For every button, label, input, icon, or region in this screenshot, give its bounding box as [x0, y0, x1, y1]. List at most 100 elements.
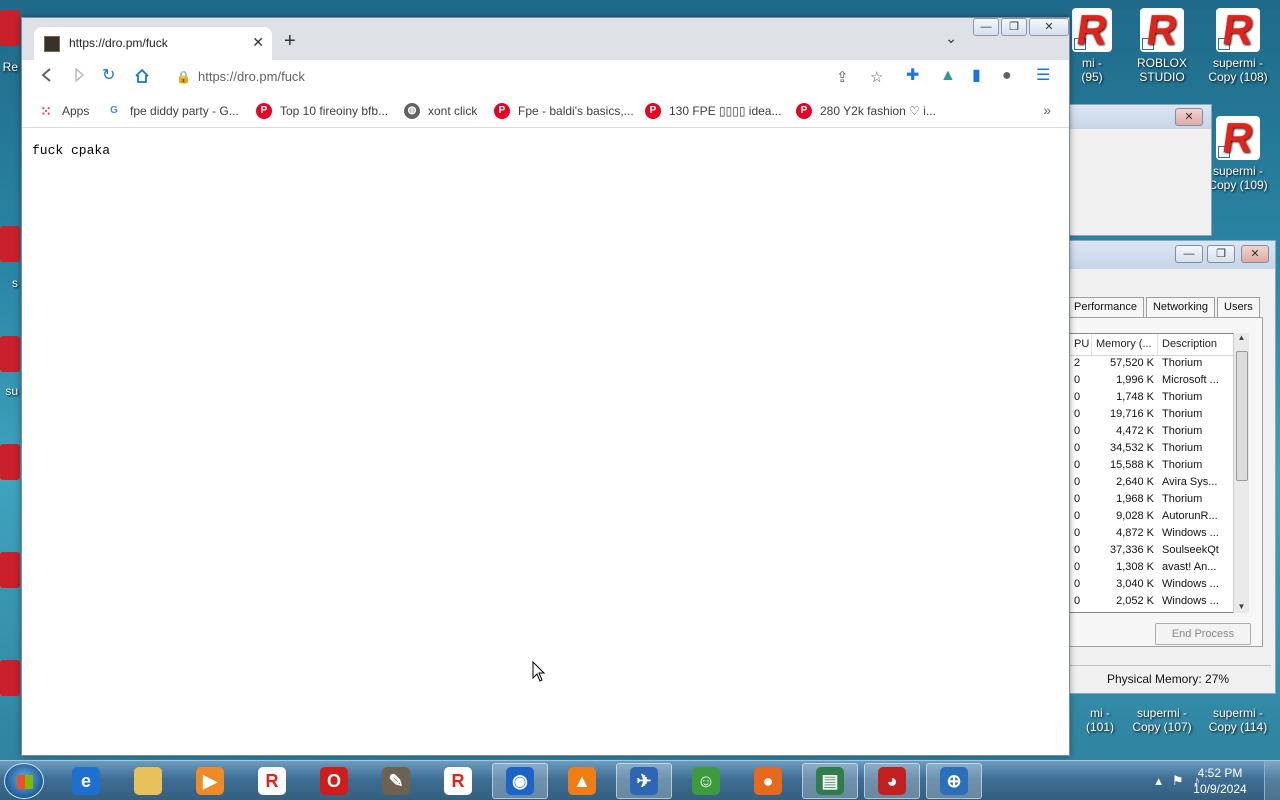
desktop-icon-partial[interactable]: [0, 10, 20, 46]
bookmarks-overflow-chevron-icon[interactable]: »: [1043, 102, 1051, 118]
bookmark-apps[interactable]: ⁙ Apps: [38, 103, 89, 119]
desktop-icon-roblox-95[interactable]: mi - (95): [1064, 8, 1120, 84]
taskbar-app-terminal-app[interactable]: ▤: [802, 763, 858, 799]
process-row[interactable]: 0 37,336 K SoulseekQt: [1070, 543, 1248, 560]
process-memory: 1,996 K: [1116, 374, 1154, 386]
tab-networking[interactable]: Networking: [1145, 297, 1216, 317]
forward-arrow-icon[interactable]: [72, 67, 86, 86]
process-memory: 3,040 K: [1116, 578, 1154, 590]
process-row[interactable]: 0 1,968 K Thorium: [1070, 492, 1248, 509]
bookmark-item[interactable]: G fpe diddy party - G...: [106, 103, 239, 119]
end-process-button[interactable]: End Process: [1155, 623, 1251, 645]
menu-icon[interactable]: ☰: [1036, 68, 1050, 84]
url-text[interactable]: https://dro.pm/fuck: [198, 69, 305, 84]
desktop-icon-partial[interactable]: [0, 226, 20, 262]
column-memory[interactable]: Memory (...: [1092, 334, 1158, 355]
taskbar-app-thorium[interactable]: ◉: [492, 763, 548, 799]
extensions-puzzle-icon[interactable]: ✚: [906, 68, 919, 84]
maximize-button[interactable]: ❐: [1001, 18, 1027, 36]
desktop-icon-supermi-108[interactable]: supermi - Copy (108): [1198, 8, 1278, 84]
desktop-icon-roblox-101[interactable]: mi - (101): [1070, 706, 1130, 734]
taskbar-app-opera[interactable]: O: [306, 763, 362, 799]
active-tab[interactable]: https://dro.pm/fuck ✕: [34, 27, 272, 60]
lock-icon[interactable]: 🔒: [176, 70, 191, 84]
scroll-down-arrow[interactable]: ▼: [1234, 602, 1249, 611]
desktop-icon-supermi-114[interactable]: supermi - Copy (114): [1198, 706, 1278, 734]
maximize-button[interactable]: ❐: [1207, 245, 1235, 263]
taskbar-app-angry-bird-app[interactable]: ◕: [864, 763, 920, 799]
reload-icon[interactable]: ↻: [102, 68, 115, 84]
process-row[interactable]: 0 9,028 K AutorunR...: [1070, 509, 1248, 526]
process-list-scrollbar[interactable]: ▲ ▼: [1233, 333, 1249, 613]
process-row[interactable]: 0 1,748 K Thorium: [1070, 390, 1248, 407]
bookmark-item[interactable]: ◍ xont click: [404, 103, 477, 119]
start-button[interactable]: [4, 763, 44, 799]
task-manager-titlebar[interactable]: — ❐ ✕: [1061, 241, 1275, 269]
address-bar[interactable]: 🔒 https://dro.pm/fuck ⇪ ☆: [170, 63, 910, 91]
bookmark-item[interactable]: P Fpe - baldi's basics,...: [494, 103, 634, 119]
close-button[interactable]: ✕: [1029, 18, 1069, 36]
tab-search-chevron-icon[interactable]: ⌄: [945, 30, 957, 47]
process-row[interactable]: 0 1,308 Kavast! An...: [1070, 560, 1248, 577]
process-row[interactable]: 0 4,472 K Thorium: [1070, 424, 1248, 441]
bookmark-item[interactable]: P 130 FPE ▯▯▯▯ idea...: [645, 103, 781, 119]
file-explorer-icon: [134, 767, 162, 795]
scroll-thumb[interactable]: [1236, 351, 1248, 481]
background-window-titlebar[interactable]: ✕: [1061, 105, 1211, 129]
tab-performance[interactable]: Performance: [1067, 297, 1144, 317]
process-memory: 15,588 K: [1109, 459, 1154, 471]
process-row[interactable]: 0 2,640 K Avira Sys...: [1070, 475, 1248, 492]
side-panel-icon[interactable]: ▮: [972, 68, 981, 84]
process-row[interactable]: 0 2,052 K Windows ...: [1070, 594, 1248, 611]
desktop-icon-partial[interactable]: [0, 444, 20, 480]
taskbar-app-roblox-studio[interactable]: R: [430, 763, 486, 799]
process-row[interactable]: 0 1,996 K Microsoft ...: [1070, 373, 1248, 390]
new-tab-plus-icon[interactable]: +: [284, 30, 296, 53]
profile-avatar-icon[interactable]: ●: [1002, 68, 1012, 84]
desktop-icon-partial[interactable]: [0, 660, 20, 696]
process-row[interactable]: 0 3,040 K Windows ...: [1070, 577, 1248, 594]
home-icon[interactable]: [134, 68, 150, 88]
back-arrow-icon[interactable]: [40, 68, 54, 86]
tab-close-icon[interactable]: ✕: [252, 34, 264, 51]
show-desktop-button[interactable]: [1264, 761, 1280, 800]
task-manager-window[interactable]: — ❐ ✕ Performance Networking Users PU Me…: [1060, 240, 1276, 694]
process-row[interactable]: 0 34,532 K Thorium: [1070, 441, 1248, 458]
taskbar-app-messenger[interactable]: ☺: [678, 763, 734, 799]
close-button[interactable]: ✕: [1175, 108, 1203, 126]
taskbar-app-firefox[interactable]: ●: [740, 763, 796, 799]
taskbar-app-bird-app[interactable]: ✈: [616, 763, 672, 799]
taskbar-app-gimp[interactable]: ✎: [368, 763, 424, 799]
bookmark-item[interactable]: P 280 Y2k fashion ♡ i...: [796, 103, 936, 119]
desktop-icon-supermi-107[interactable]: supermi - Copy (107): [1122, 706, 1202, 734]
bookmark-star-icon[interactable]: ☆: [870, 68, 883, 86]
process-row[interactable]: 0 4,872 K Windows ...: [1070, 526, 1248, 543]
extension-icon[interactable]: ▲: [940, 68, 956, 84]
process-row[interactable]: 0 19,716 K Thorium: [1070, 407, 1248, 424]
browser-window[interactable]: https://dro.pm/fuck ✕ + ⌄ — ❐ ✕ ↻ 🔒 http…: [21, 17, 1070, 756]
taskbar-app-file-explorer[interactable]: [120, 763, 176, 799]
minimize-button[interactable]: —: [973, 18, 999, 36]
desktop-icon-partial[interactable]: [0, 552, 20, 588]
desktop-icon-partial[interactable]: [0, 336, 20, 372]
taskbar-app-network-app[interactable]: ⊕: [926, 763, 982, 799]
share-icon[interactable]: ⇪: [836, 68, 849, 86]
clock[interactable]: 4:52 PM 10/9/2024: [1188, 765, 1252, 797]
minimize-button[interactable]: —: [1175, 245, 1203, 263]
taskbar-app-roblox[interactable]: R: [244, 763, 300, 799]
background-window[interactable]: ✕: [1060, 104, 1212, 236]
close-button[interactable]: ✕: [1241, 245, 1269, 263]
scroll-up-arrow[interactable]: ▲: [1234, 333, 1249, 342]
taskbar-app-media-player[interactable]: ▶: [182, 763, 238, 799]
process-row[interactable]: 0 15,588 K Thorium: [1070, 458, 1248, 475]
desktop-icon-roblox-studio[interactable]: ROBLOX STUDIO: [1122, 8, 1202, 84]
bookmark-item[interactable]: P Top 10 fireoiny bfb...: [256, 103, 388, 119]
desktop-icon-label: (95): [1081, 70, 1103, 84]
taskbar-app-vlc[interactable]: ▲: [554, 763, 610, 799]
taskbar-app-internet-explorer[interactable]: e: [58, 763, 114, 799]
mouse-cursor-icon: [532, 661, 546, 682]
process-row[interactable]: 2 57,520 K Thorium: [1070, 356, 1248, 373]
tab-users[interactable]: Users: [1217, 297, 1260, 317]
column-cpu[interactable]: PU: [1070, 334, 1092, 355]
process-list[interactable]: PU Memory (... Description 2 57,520 K Thor…: [1069, 333, 1249, 613]
